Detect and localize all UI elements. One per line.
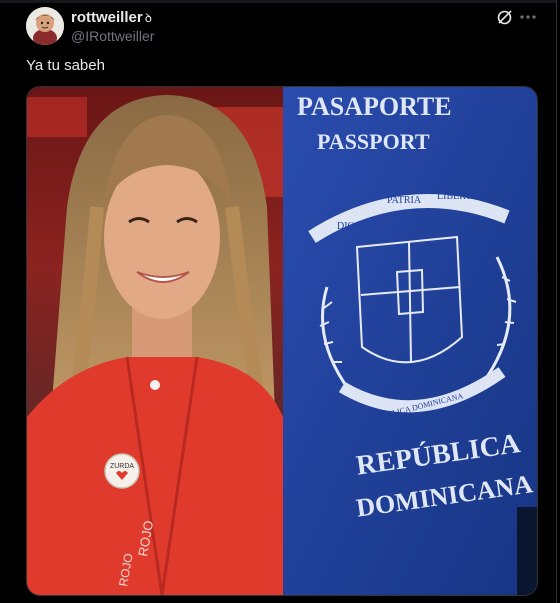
tweet-container: rottweillerꝺ @IRottweiller Ya tu sabeh <box>0 0 557 603</box>
red-vest <box>27 357 283 595</box>
name-flair: ꝺ <box>144 11 152 25</box>
display-name-text[interactable]: rottweiller <box>71 9 143 26</box>
pin-text: ZURDA <box>110 463 134 470</box>
motto-right: LIBERTAD <box>437 191 485 202</box>
grok-icon[interactable] <box>494 6 516 28</box>
motto-center: PATRIA <box>387 195 422 206</box>
tweet-image[interactable]: ZURDA ROJO ROJO PASAPORTE PASSPORT DIOS … <box>26 86 538 596</box>
passport-heading-2: PASSPORT <box>317 129 430 154</box>
display-name[interactable]: rottweiller ꝺ <box>71 9 152 26</box>
user-handle[interactable]: @IRottweiller <box>71 28 154 44</box>
zurda-pin <box>104 453 140 489</box>
avatar[interactable] <box>26 7 64 45</box>
tweet-text: Ya tu sabeh <box>26 57 105 74</box>
more-icon[interactable] <box>517 6 539 28</box>
divider <box>0 0 556 3</box>
passport-heading-1: PASAPORTE <box>297 92 452 121</box>
media-illustration: ZURDA ROJO ROJO PASAPORTE PASSPORT DIOS … <box>27 87 537 595</box>
motto-left: DIOS <box>337 221 360 232</box>
